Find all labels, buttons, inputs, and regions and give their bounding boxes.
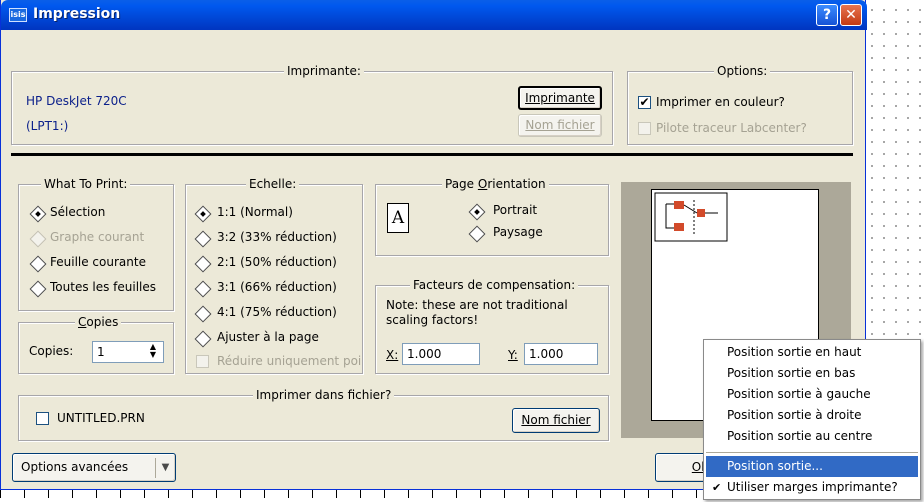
current-sheet-radio[interactable] xyxy=(29,255,47,273)
what-to-print-legend: What To Print: xyxy=(41,177,131,191)
printer-name: HP DeskJet 720C xyxy=(26,94,127,108)
all-sheets-label: Toutes les feuilles xyxy=(50,280,157,294)
reduce-only-label: Réduire uniquement poi xyxy=(217,354,361,368)
spinner-arrows-icon[interactable]: ▲ ▼ xyxy=(145,343,161,361)
filename-button-disabled[interactable]: Nom fichier xyxy=(518,114,602,137)
copies-legend: Copies xyxy=(75,315,122,329)
plotter-driver-label: Pilote traceur Labcenter? xyxy=(656,121,807,135)
menu-separator xyxy=(706,452,918,453)
copies-label: Copies: xyxy=(29,344,74,358)
scale-legend: Echelle: xyxy=(246,177,300,191)
scale-2-1-radio[interactable] xyxy=(194,255,212,273)
portrait-radio[interactable] xyxy=(468,203,486,221)
scale-1-1-label: 1:1 (Normal) xyxy=(217,205,293,219)
printer-legend: Imprimante: xyxy=(284,64,364,78)
current-sheet-label: Feuille courante xyxy=(50,255,146,269)
printer-port: (LPT1:) xyxy=(26,119,69,133)
printer-group: Imprimante: HP DeskJet 720C (LPT1:) Impr… xyxy=(11,64,613,145)
selection-radio[interactable] xyxy=(29,205,47,223)
current-graph-radio[interactable] xyxy=(29,230,47,248)
scale-4-1-radio[interactable] xyxy=(194,305,212,323)
color-print-checkbox[interactable]: ✔ xyxy=(638,96,651,109)
window-title: Impression xyxy=(33,6,121,22)
orientation-group: Page Orientation A Portrait Paysage xyxy=(375,177,609,256)
print-to-file-button[interactable]: Nom fichier xyxy=(512,408,600,433)
menu-item-bottom[interactable]: Position sortie en bas xyxy=(706,363,918,384)
scale-3-2-radio[interactable] xyxy=(194,230,212,248)
menu-item-position-output[interactable]: Position sortie... xyxy=(706,456,918,477)
scale-2-1-label: 2:1 (50% réduction) xyxy=(217,255,337,269)
copies-group: Copies Copies: 1 ▲ ▼ xyxy=(18,315,174,374)
compensation-legend: Facteurs de compensation: xyxy=(410,278,579,292)
x-factor-input[interactable]: 1.000 xyxy=(402,343,480,365)
menu-item-right[interactable]: Position sortie à droite xyxy=(706,405,918,426)
print-to-file-group: Imprimer dans fichier? UNTITLED.PRN Nom … xyxy=(18,388,609,441)
selection-label: Sélection xyxy=(50,205,106,219)
menu-item-center[interactable]: Position sortie au centre xyxy=(706,426,918,447)
checkmark-icon: ✔ xyxy=(712,481,722,494)
menu-item-top[interactable]: Position sortie en haut xyxy=(706,342,918,363)
scale-3-2-label: 3:2 (33% réduction) xyxy=(217,230,337,244)
compensation-group: Facteurs de compensation: Note: these ar… xyxy=(375,278,609,374)
dropdown-arrow-icon[interactable]: ▼ xyxy=(155,458,175,478)
options-legend: Options: xyxy=(714,64,771,78)
fit-page-label: Ajuster à la page xyxy=(217,330,319,344)
scale-4-1-label: 4:1 (75% réduction) xyxy=(217,305,337,319)
question-mark-icon: ? xyxy=(822,7,832,23)
title-bar[interactable]: isis Impression ? ✕ xyxy=(1,0,867,30)
scale-1-1-radio[interactable] xyxy=(194,205,212,223)
close-icon: ✕ xyxy=(845,7,857,23)
fit-page-radio[interactable] xyxy=(194,330,212,348)
help-button[interactable]: ? xyxy=(816,4,838,26)
reduce-only-checkbox[interactable] xyxy=(196,355,209,368)
app-logo-icon: isis xyxy=(9,8,27,22)
print-to-file-legend: Imprimer dans fichier? xyxy=(253,388,395,402)
orientation-legend: Page Orientation xyxy=(442,177,549,191)
scale-3-1-label: 3:1 (66% réduction) xyxy=(217,280,337,294)
compensation-note: Note: these are not traditional scaling … xyxy=(386,298,568,327)
plotter-driver-checkbox[interactable] xyxy=(638,122,651,135)
close-button[interactable]: ✕ xyxy=(840,4,862,26)
color-print-label: Imprimer en couleur? xyxy=(656,95,785,109)
advanced-options-dropdown[interactable]: Options avancées ▼ xyxy=(12,453,176,482)
print-to-file-checkbox[interactable] xyxy=(36,412,49,425)
menu-item-use-margins[interactable]: ✔ Utiliser marges imprimante? xyxy=(706,477,918,498)
scale-3-1-radio[interactable] xyxy=(194,280,212,298)
all-sheets-radio[interactable] xyxy=(29,280,47,298)
y-label: Y: xyxy=(508,348,518,362)
y-factor-input[interactable]: 1.000 xyxy=(524,343,598,365)
current-graph-label: Graphe courant xyxy=(50,230,145,244)
page-portrait-icon: A xyxy=(387,203,409,233)
menu-item-left[interactable]: Position sortie à gauche xyxy=(706,384,918,405)
options-group: Options: ✔ Imprimer en couleur? Pilote t… xyxy=(627,64,853,145)
portrait-label: Portrait xyxy=(493,203,538,217)
copies-stepper[interactable]: 1 ▲ ▼ xyxy=(92,341,164,363)
scale-group: Echelle: 1:1 (Normal) 3:2 (33% réduction… xyxy=(185,177,363,374)
landscape-radio[interactable] xyxy=(468,225,486,243)
x-label: X: xyxy=(386,348,399,362)
output-position-menu: Position sortie en haut Position sortie … xyxy=(703,339,921,500)
print-to-file-filename: UNTITLED.PRN xyxy=(57,411,145,425)
divider xyxy=(11,153,853,156)
printer-button[interactable]: Imprimante xyxy=(518,86,602,110)
landscape-label: Paysage xyxy=(493,225,543,239)
what-to-print-group: What To Print: Sélection Graphe courant … xyxy=(18,177,174,311)
